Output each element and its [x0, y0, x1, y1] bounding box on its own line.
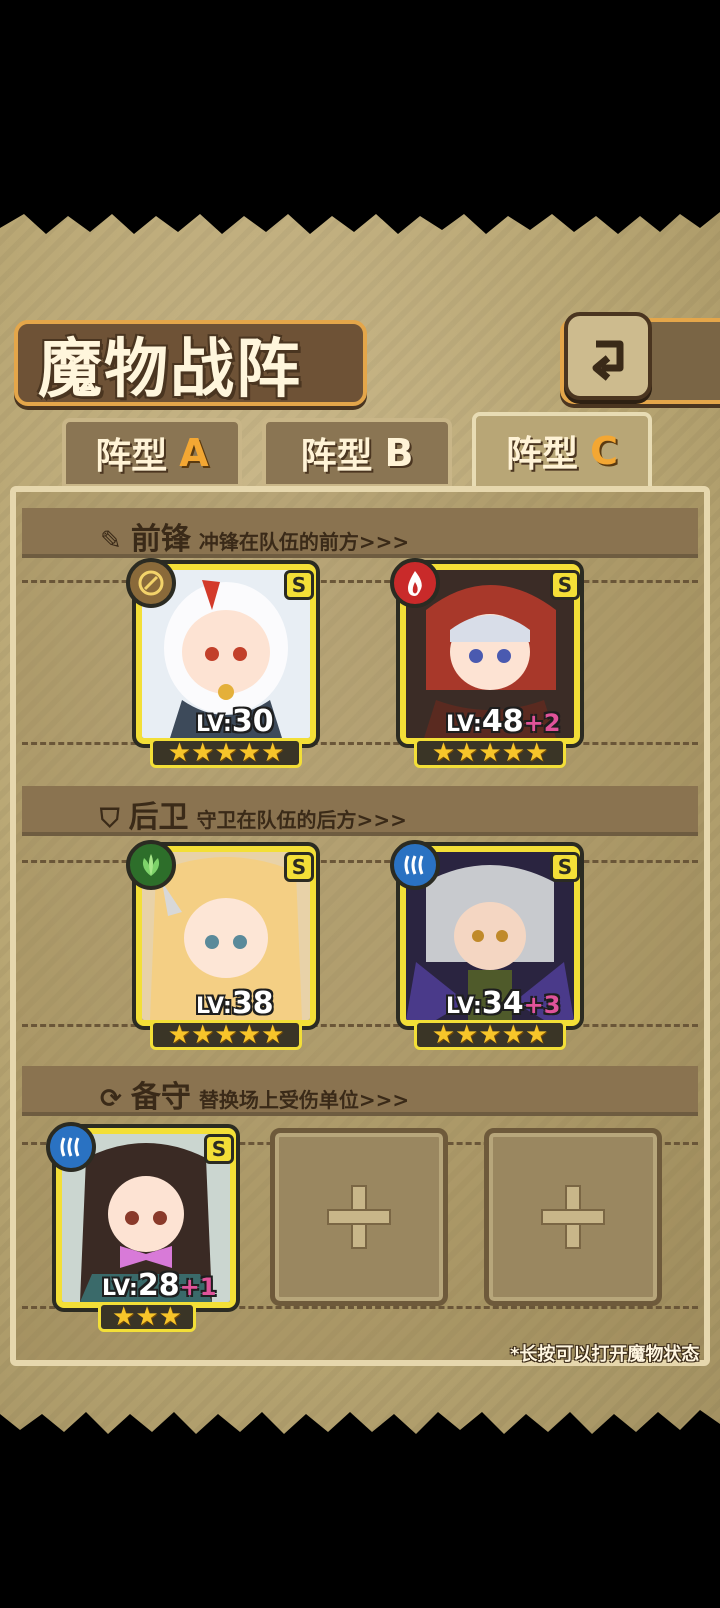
star-icon: ★ [214, 1020, 238, 1050]
star-icon: ★ [167, 738, 192, 768]
star-icon: ★ [260, 738, 285, 768]
level-bonus: +1 [179, 1273, 217, 1301]
star-icon: ★ [260, 1020, 285, 1050]
level-value: 38 [231, 986, 274, 1021]
fire-element-icon [390, 558, 440, 608]
tab-a-prefix: 阵型 [95, 436, 168, 477]
empty-slot[interactable] [270, 1128, 448, 1306]
section-front-desc: 冲锋在队伍的前方>>> [198, 530, 410, 554]
tab-formation-c[interactable]: 阵型 C [472, 412, 652, 490]
section-rear-name: 后卫 [128, 800, 189, 835]
level-prefix: LV: [446, 712, 482, 737]
leaf-element-icon [126, 840, 176, 890]
grade-badge: S [204, 1134, 234, 1164]
level-bonus: +2 [523, 709, 561, 737]
tab-a-letter: A [179, 431, 209, 475]
return-arrow-icon [592, 340, 624, 381]
star-icon: ★ [237, 738, 261, 768]
star-rating: ★ ★ ★ ★ ★ [414, 738, 566, 768]
tab-formation-a[interactable]: 阵型 A [62, 418, 242, 488]
level-prefix: LV: [446, 994, 482, 1019]
level-value: 28 [137, 1268, 180, 1303]
level-bonus: +3 [523, 991, 561, 1019]
section-rear-desc: 守卫在队伍的后方>>> [196, 808, 407, 832]
level-value: 48 [481, 704, 524, 739]
star-icon: ★ [478, 1020, 502, 1050]
empty-slot[interactable] [484, 1128, 662, 1306]
star-icon: ★ [237, 1020, 261, 1050]
shield-icon: ⛉ [100, 804, 129, 834]
light-element-icon [126, 558, 176, 608]
tab-c-letter: C [590, 429, 618, 473]
grade-badge: S [284, 852, 314, 882]
plus-icon [327, 1185, 391, 1249]
star-icon: ★ [455, 738, 479, 768]
divider [22, 860, 698, 863]
tab-b-letter: B [384, 431, 414, 475]
star-icon: ★ [191, 1020, 215, 1050]
level-prefix: LV: [196, 712, 232, 737]
swap-icon: ⟳ [100, 1084, 131, 1114]
level-value: 34 [481, 986, 524, 1021]
level-value: 30 [231, 704, 274, 739]
star-icon: ★ [431, 1020, 456, 1050]
grade-badge: S [284, 570, 314, 600]
torn-edge-bottom [0, 1410, 720, 1452]
star-icon: ★ [501, 738, 525, 768]
star-icon: ★ [135, 1302, 159, 1332]
section-reserve-name: 备守 [130, 1080, 191, 1115]
star-icon: ★ [501, 1020, 525, 1050]
unit-level: LV:48+2 [446, 704, 561, 739]
tab-c-prefix: 阵型 [506, 434, 579, 475]
star-icon: ★ [158, 1302, 182, 1332]
star-icon: ★ [167, 1020, 192, 1050]
tab-formation-b[interactable]: 阵型 B [262, 418, 452, 488]
plus-icon [541, 1185, 605, 1249]
star-icon: ★ [455, 1020, 479, 1050]
water-element-icon [46, 1122, 96, 1172]
torn-edge-top [0, 198, 720, 234]
star-icon: ★ [191, 738, 215, 768]
star-icon: ★ [431, 738, 456, 768]
sword-icon: ✎ [100, 526, 131, 556]
divider [22, 580, 698, 583]
section-front-label: ✎ 前锋 冲锋在队伍的前方>>> [100, 514, 409, 558]
star-icon: ★ [112, 1302, 136, 1332]
section-rear-label: ⛉ 后卫 守卫在队伍的后方>>> [100, 792, 407, 836]
unit-level: LV:34+3 [446, 986, 561, 1021]
star-icon: ★ [524, 738, 549, 768]
star-rating: ★ ★ ★ ★ ★ [150, 1020, 302, 1050]
page-title: 魔物战阵 [38, 332, 302, 407]
star-rating: ★ ★ ★ ★ ★ [414, 1020, 566, 1050]
unit-level: LV:30 [196, 704, 274, 739]
back-button[interactable] [564, 312, 652, 400]
unit-level: LV:38 [196, 986, 274, 1021]
level-prefix: LV: [102, 1276, 138, 1301]
divider [22, 1024, 698, 1027]
level-prefix: LV: [196, 994, 232, 1019]
section-front-name: 前锋 [130, 522, 191, 557]
star-icon: ★ [524, 1020, 549, 1050]
long-press-hint: *长按可以打开魔物状态 [510, 1344, 700, 1365]
water-element-icon [390, 840, 440, 890]
star-rating: ★ ★ ★ [98, 1302, 196, 1332]
star-icon: ★ [478, 738, 502, 768]
star-icon: ★ [214, 738, 238, 768]
grade-badge: S [550, 570, 580, 600]
divider [22, 742, 698, 745]
star-rating: ★ ★ ★ ★ ★ [150, 738, 302, 768]
section-reserve-label: ⟳ 备守 替换场上受伤单位>>> [100, 1072, 409, 1116]
tab-b-prefix: 阵型 [300, 436, 373, 477]
unit-level: LV:28+1 [102, 1268, 217, 1303]
section-reserve-desc: 替换场上受伤单位>>> [198, 1088, 410, 1112]
grade-badge: S [550, 852, 580, 882]
